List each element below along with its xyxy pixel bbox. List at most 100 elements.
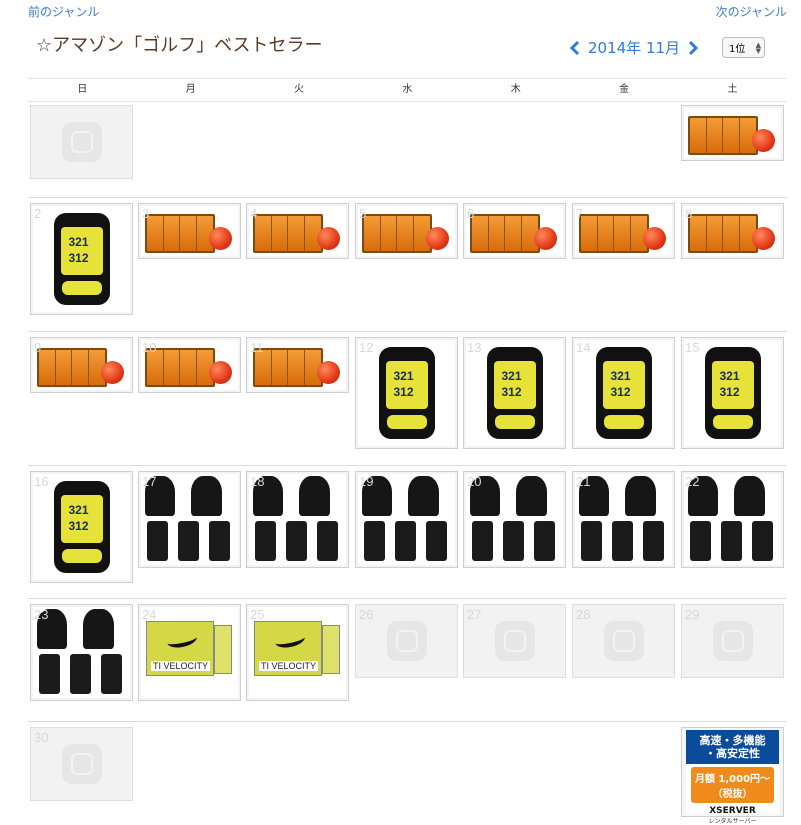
- ad-banner[interactable]: 高速・多機能 ・高安定性 月額 1,000円～（税抜） XSERVER レンタルサ…: [681, 727, 784, 825]
- day-number: 11: [250, 340, 264, 355]
- calendar: 日 月 火 水 木 金 土 2 3 4: [28, 78, 787, 825]
- day-number: 23: [34, 607, 49, 622]
- weekday-wed: 水: [402, 84, 413, 95]
- day-number: 5: [359, 206, 367, 221]
- product-image-gps[interactable]: [466, 340, 563, 446]
- product-image-golf-balls[interactable]: [249, 206, 346, 256]
- product-image-golf-balls[interactable]: [141, 206, 238, 256]
- day-number: 12: [359, 340, 374, 355]
- day-cell[interactable]: TI VELOCITY 25: [246, 604, 349, 701]
- day-cell[interactable]: 18: [246, 471, 349, 568]
- day-cell-empty: 30: [30, 727, 133, 801]
- day-number: 9: [34, 340, 42, 355]
- day-number: 15: [685, 340, 700, 355]
- day-number: 28: [576, 607, 591, 622]
- day-cell[interactable]: 4: [246, 203, 349, 259]
- day-cell[interactable]: 11: [246, 337, 349, 393]
- day-number: 30: [34, 730, 49, 745]
- day-number: 19: [359, 474, 374, 489]
- product-image-golf-balls[interactable]: [466, 206, 563, 256]
- month-navigation: 2014年 11月: [568, 37, 700, 58]
- ad-logo: XSERVER: [709, 806, 756, 816]
- day-cell[interactable]: 10: [138, 337, 241, 393]
- weekday-header: 日 月 火 水 木 金 土: [28, 78, 787, 102]
- placeholder-icon: [61, 122, 102, 162]
- day-number: 8: [685, 206, 693, 221]
- product-image-golf-balls[interactable]: [33, 340, 130, 390]
- ad-headline: 高速・多機能 ・高安定性: [686, 730, 779, 764]
- weekday-sun: 日: [77, 84, 88, 95]
- calendar-week: 16 17 18 19 20 21 22: [28, 466, 787, 599]
- day-cell[interactable]: 9: [30, 337, 133, 393]
- day-cell[interactable]: 14: [572, 337, 675, 449]
- product-image-golf-balls[interactable]: [684, 206, 781, 256]
- day-number: 26: [359, 607, 374, 622]
- xserver-ad[interactable]: 高速・多機能 ・高安定性 月額 1,000円～（税抜） XSERVER レンタルサ…: [686, 730, 779, 825]
- day-number: 18: [250, 474, 265, 489]
- day-number: 13: [467, 340, 482, 355]
- weekday-mon: 月: [185, 84, 196, 95]
- day-cell[interactable]: 19: [355, 471, 458, 568]
- product-image-golf-balls[interactable]: [249, 340, 346, 390]
- day-cell[interactable]: [681, 105, 784, 161]
- product-image-golf-balls[interactable]: [684, 108, 781, 158]
- ad-price: 月額 1,000円～（税抜）: [691, 767, 774, 803]
- day-number: 7: [576, 206, 584, 221]
- page-title: ☆アマゾン「ゴルフ」ベストセラー: [36, 35, 323, 56]
- day-cell-empty: 27: [463, 604, 566, 678]
- day-cell[interactable]: 15: [681, 337, 784, 449]
- day-number: 10: [142, 340, 157, 355]
- weekday-sat: 土: [727, 84, 738, 95]
- current-month: 2014年 11月: [588, 39, 681, 57]
- gps-device-image: [53, 213, 110, 305]
- day-cell[interactable]: 23: [30, 604, 133, 701]
- prev-genre-link[interactable]: 前のジャンル: [28, 3, 99, 20]
- day-number: 25: [250, 607, 265, 622]
- day-cell-empty: 26: [355, 604, 458, 678]
- day-cell[interactable]: 22: [681, 471, 784, 568]
- day-cell[interactable]: 2: [30, 203, 133, 315]
- calendar-week: 23 TI VELOCITY 24 TI VELOCITY 25 26 27 2…: [28, 599, 787, 722]
- day-cell[interactable]: 12: [355, 337, 458, 449]
- day-cell[interactable]: 20: [463, 471, 566, 568]
- day-number: 4: [250, 206, 258, 221]
- weekday-thu: 木: [510, 84, 521, 95]
- day-cell[interactable]: 3: [138, 203, 241, 259]
- day-number: 17: [142, 474, 157, 489]
- product-image-gps[interactable]: [358, 340, 455, 446]
- day-number: 14: [576, 340, 591, 355]
- placeholder-icon: [712, 621, 753, 661]
- day-number: 22: [685, 474, 700, 489]
- day-number: 24: [142, 607, 157, 622]
- calendar-week: 2 3 4 5 6 7 8: [28, 198, 787, 332]
- day-number: 6: [467, 206, 475, 221]
- product-image-gps[interactable]: [575, 340, 672, 446]
- day-cell[interactable]: 17: [138, 471, 241, 568]
- day-cell-empty: 29: [681, 604, 784, 678]
- day-cell[interactable]: 5: [355, 203, 458, 259]
- product-image-golf-balls[interactable]: [575, 206, 672, 256]
- calendar-week: [28, 102, 787, 198]
- day-cell-empty: [30, 105, 133, 179]
- product-image-gps[interactable]: [684, 340, 781, 446]
- product-image-gps[interactable]: [33, 474, 130, 580]
- product-image-gps[interactable]: [33, 206, 130, 312]
- product-image-golf-balls[interactable]: [358, 206, 455, 256]
- rank-select[interactable]: 1位 ▲ ▼: [722, 37, 765, 58]
- day-cell[interactable]: 13: [463, 337, 566, 449]
- chevron-right-icon[interactable]: [686, 40, 700, 56]
- placeholder-icon: [603, 621, 644, 661]
- weekday-tue: 火: [293, 84, 304, 95]
- day-cell[interactable]: 6: [463, 203, 566, 259]
- day-cell[interactable]: 8: [681, 203, 784, 259]
- calendar-week: 30 高速・多機能 ・高安定性 月額 1,000円～（税抜） XSERVER レン…: [28, 722, 787, 825]
- select-arrows-icon: ▲ ▼: [755, 40, 761, 55]
- chevron-left-icon[interactable]: [568, 40, 582, 56]
- next-genre-link[interactable]: 次のジャンル: [716, 3, 787, 20]
- placeholder-icon: [61, 744, 102, 784]
- rank-select-value: 1位: [729, 44, 746, 55]
- day-cell[interactable]: TI VELOCITY 24: [138, 604, 241, 701]
- day-cell[interactable]: 16: [30, 471, 133, 583]
- day-cell[interactable]: 7: [572, 203, 675, 259]
- day-cell[interactable]: 21: [572, 471, 675, 568]
